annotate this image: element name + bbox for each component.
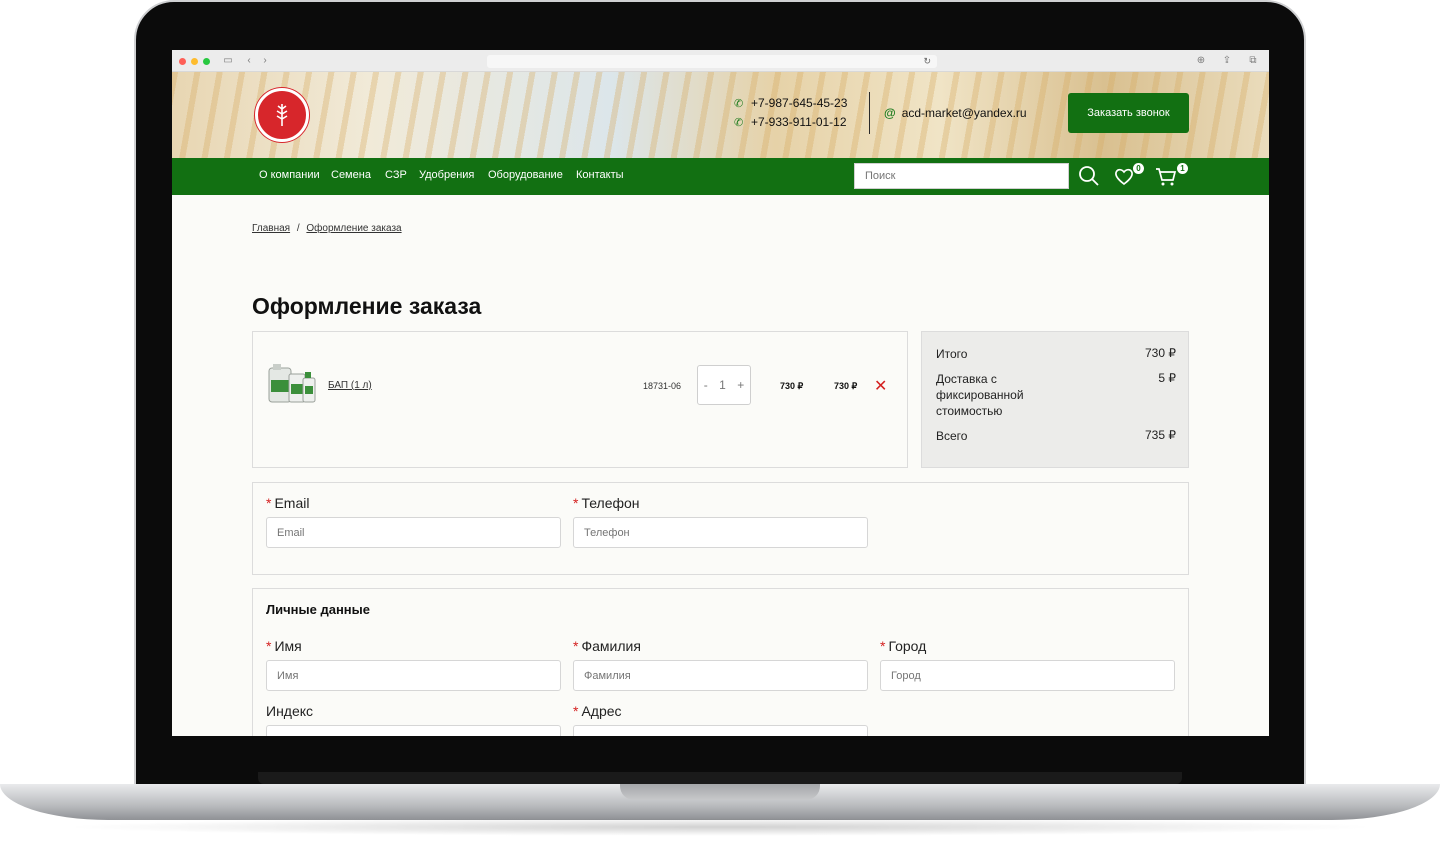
nav-item-equipment[interactable]: Оборудование — [488, 169, 563, 181]
city-field[interactable] — [880, 660, 1175, 691]
contact-form: *Email *Телефон — [252, 482, 1189, 575]
address-field[interactable] — [573, 725, 868, 736]
email-label: * Email — [266, 495, 309, 511]
nav-item-about[interactable]: О компании — [259, 169, 320, 181]
laptop-hinge — [258, 772, 1182, 784]
cart-count-badge: 1 — [1177, 163, 1188, 174]
required-mark: * — [573, 495, 579, 511]
back-icon[interactable]: ‹ — [244, 55, 254, 67]
phone-link-2[interactable]: ✆ +7-933-911-01-12 — [734, 115, 847, 129]
email-address: acd-market@yandex.ru — [901, 106, 1027, 120]
share-icon[interactable]: ⇪ — [1221, 55, 1233, 67]
cart-items-box: БАП (1 л) 18731-06 - 1 + 730 ₽ 730 ₽ ✕ — [252, 331, 908, 468]
total-label: Всего — [936, 429, 968, 443]
required-mark: * — [573, 703, 579, 719]
at-sign-icon: @ — [884, 106, 896, 120]
summary-delivery-row: Доставка с фиксированной стоимостью 5 ₽ — [936, 371, 1176, 419]
nav-item-crop-protection[interactable]: СЗР — [385, 169, 407, 181]
personal-data-form: Личные данные *Имя *Фамилия *Город Индек… — [252, 588, 1189, 736]
email-label-text: Email — [274, 495, 310, 511]
company-logo[interactable] — [255, 88, 309, 142]
required-mark: * — [573, 638, 579, 654]
product-name-link[interactable]: БАП (1 л) — [328, 380, 372, 391]
personal-data-title: Личные данные — [266, 602, 370, 617]
required-mark: * — [880, 638, 886, 654]
cart-icon[interactable] — [1154, 164, 1178, 188]
first-name-field[interactable] — [266, 660, 561, 691]
delivery-value: 5 ₽ — [1158, 371, 1176, 385]
unit-price: 730 ₽ — [780, 381, 804, 391]
nav-item-seeds[interactable]: Семена — [331, 169, 371, 181]
phone-icon: ✆ — [734, 97, 744, 110]
search-icon[interactable] — [1077, 164, 1101, 188]
nav-item-contacts[interactable]: Контакты — [576, 169, 624, 181]
address-label-text: Адрес — [581, 703, 622, 719]
delivery-label: Доставка с фиксированной стоимостью — [936, 372, 1024, 418]
phone-link-1[interactable]: ✆ +7-987-645-45-23 — [734, 96, 847, 110]
main-nav: О компании Семена СЗР Удобрения Оборудов… — [172, 158, 1269, 195]
breadcrumb-separator: / — [296, 223, 300, 234]
breadcrumb: Главная / Оформление заказа — [252, 223, 402, 234]
subtotal-label: Итого — [936, 347, 968, 361]
order-summary: Итого 730 ₽ Доставка с фиксированной сто… — [921, 331, 1189, 468]
favorites-count-badge: 0 — [1133, 163, 1144, 174]
summary-subtotal-row: Итого 730 ₽ — [936, 346, 1176, 362]
tabs-overview-icon[interactable]: ⧉ — [1247, 55, 1259, 67]
email-link[interactable]: @ acd-market@yandex.ru — [884, 106, 1027, 120]
phone-label-text: Телефон — [581, 495, 640, 511]
search-input[interactable] — [854, 163, 1069, 189]
city-label-text: Город — [888, 638, 927, 654]
breadcrumb-home-link[interactable]: Главная — [252, 223, 290, 234]
summary-total-row: Всего 735 ₽ — [936, 428, 1176, 444]
last-name-field[interactable] — [573, 660, 868, 691]
zip-label: Индекс — [266, 703, 313, 719]
laptop-notch — [620, 784, 820, 800]
reload-icon[interactable]: ↻ — [923, 55, 931, 68]
first-name-label-text: Имя — [274, 638, 302, 654]
close-window-button[interactable] — [179, 58, 186, 65]
breadcrumb-current[interactable]: Оформление заказа — [306, 223, 401, 234]
order-call-button[interactable]: Заказать звонок — [1068, 93, 1189, 133]
subtotal-value: 730 ₽ — [1145, 346, 1176, 360]
line-total: 730 ₽ — [834, 381, 858, 391]
sidebar-toggle-icon[interactable]: ▭ — [222, 55, 234, 67]
phone-label: * Телефон — [573, 495, 640, 511]
phone-number-1: +7-987-645-45-23 — [751, 96, 848, 110]
forward-icon[interactable]: › — [260, 55, 270, 67]
phone-icon: ✆ — [734, 116, 744, 129]
first-name-label: * Имя — [266, 638, 302, 654]
maximize-window-button[interactable] — [203, 58, 210, 65]
download-icon[interactable]: ⊕ — [1195, 55, 1207, 67]
quantity-decrease-button[interactable]: - — [704, 378, 708, 392]
browser-screen: ▭ ‹ › ↻ ⊕ ⇪ ⧉ ✆ +7-987-645-45-23 ✆ +7-93… — [172, 50, 1269, 736]
header-divider — [869, 92, 870, 134]
city-label: * Город — [880, 638, 926, 654]
browser-toolbar: ▭ ‹ › ↻ ⊕ ⇪ ⧉ — [172, 50, 1269, 72]
zip-label-text: Индекс — [266, 703, 314, 719]
wheat-logo-icon — [276, 104, 288, 126]
zip-field[interactable] — [266, 725, 561, 736]
address-label: * Адрес — [573, 703, 622, 719]
site-header: ✆ +7-987-645-45-23 ✆ +7-933-911-01-12 @ … — [172, 72, 1269, 158]
laptop-shadow — [60, 818, 1380, 836]
last-name-label-text: Фамилия — [581, 638, 641, 654]
required-mark: * — [266, 638, 272, 654]
phone-field[interactable] — [573, 517, 868, 548]
phone-number-2: +7-933-911-01-12 — [751, 115, 847, 129]
page-title: Оформление заказа — [252, 293, 482, 319]
address-bar[interactable]: ↻ — [487, 55, 937, 68]
quantity-value[interactable]: 1 — [719, 378, 726, 392]
nav-item-fertilizers[interactable]: Удобрения — [419, 169, 474, 181]
minimize-window-button[interactable] — [191, 58, 198, 65]
quantity-stepper: - 1 + — [697, 365, 751, 405]
quantity-increase-button[interactable]: + — [737, 378, 744, 392]
remove-item-icon[interactable]: ✕ — [874, 376, 887, 396]
required-mark: * — [266, 495, 272, 511]
product-image[interactable] — [267, 362, 317, 406]
email-field[interactable] — [266, 517, 561, 548]
product-sku: 18731-06 — [643, 381, 682, 391]
total-value: 735 ₽ — [1145, 428, 1176, 442]
last-name-label: * Фамилия — [573, 638, 641, 654]
